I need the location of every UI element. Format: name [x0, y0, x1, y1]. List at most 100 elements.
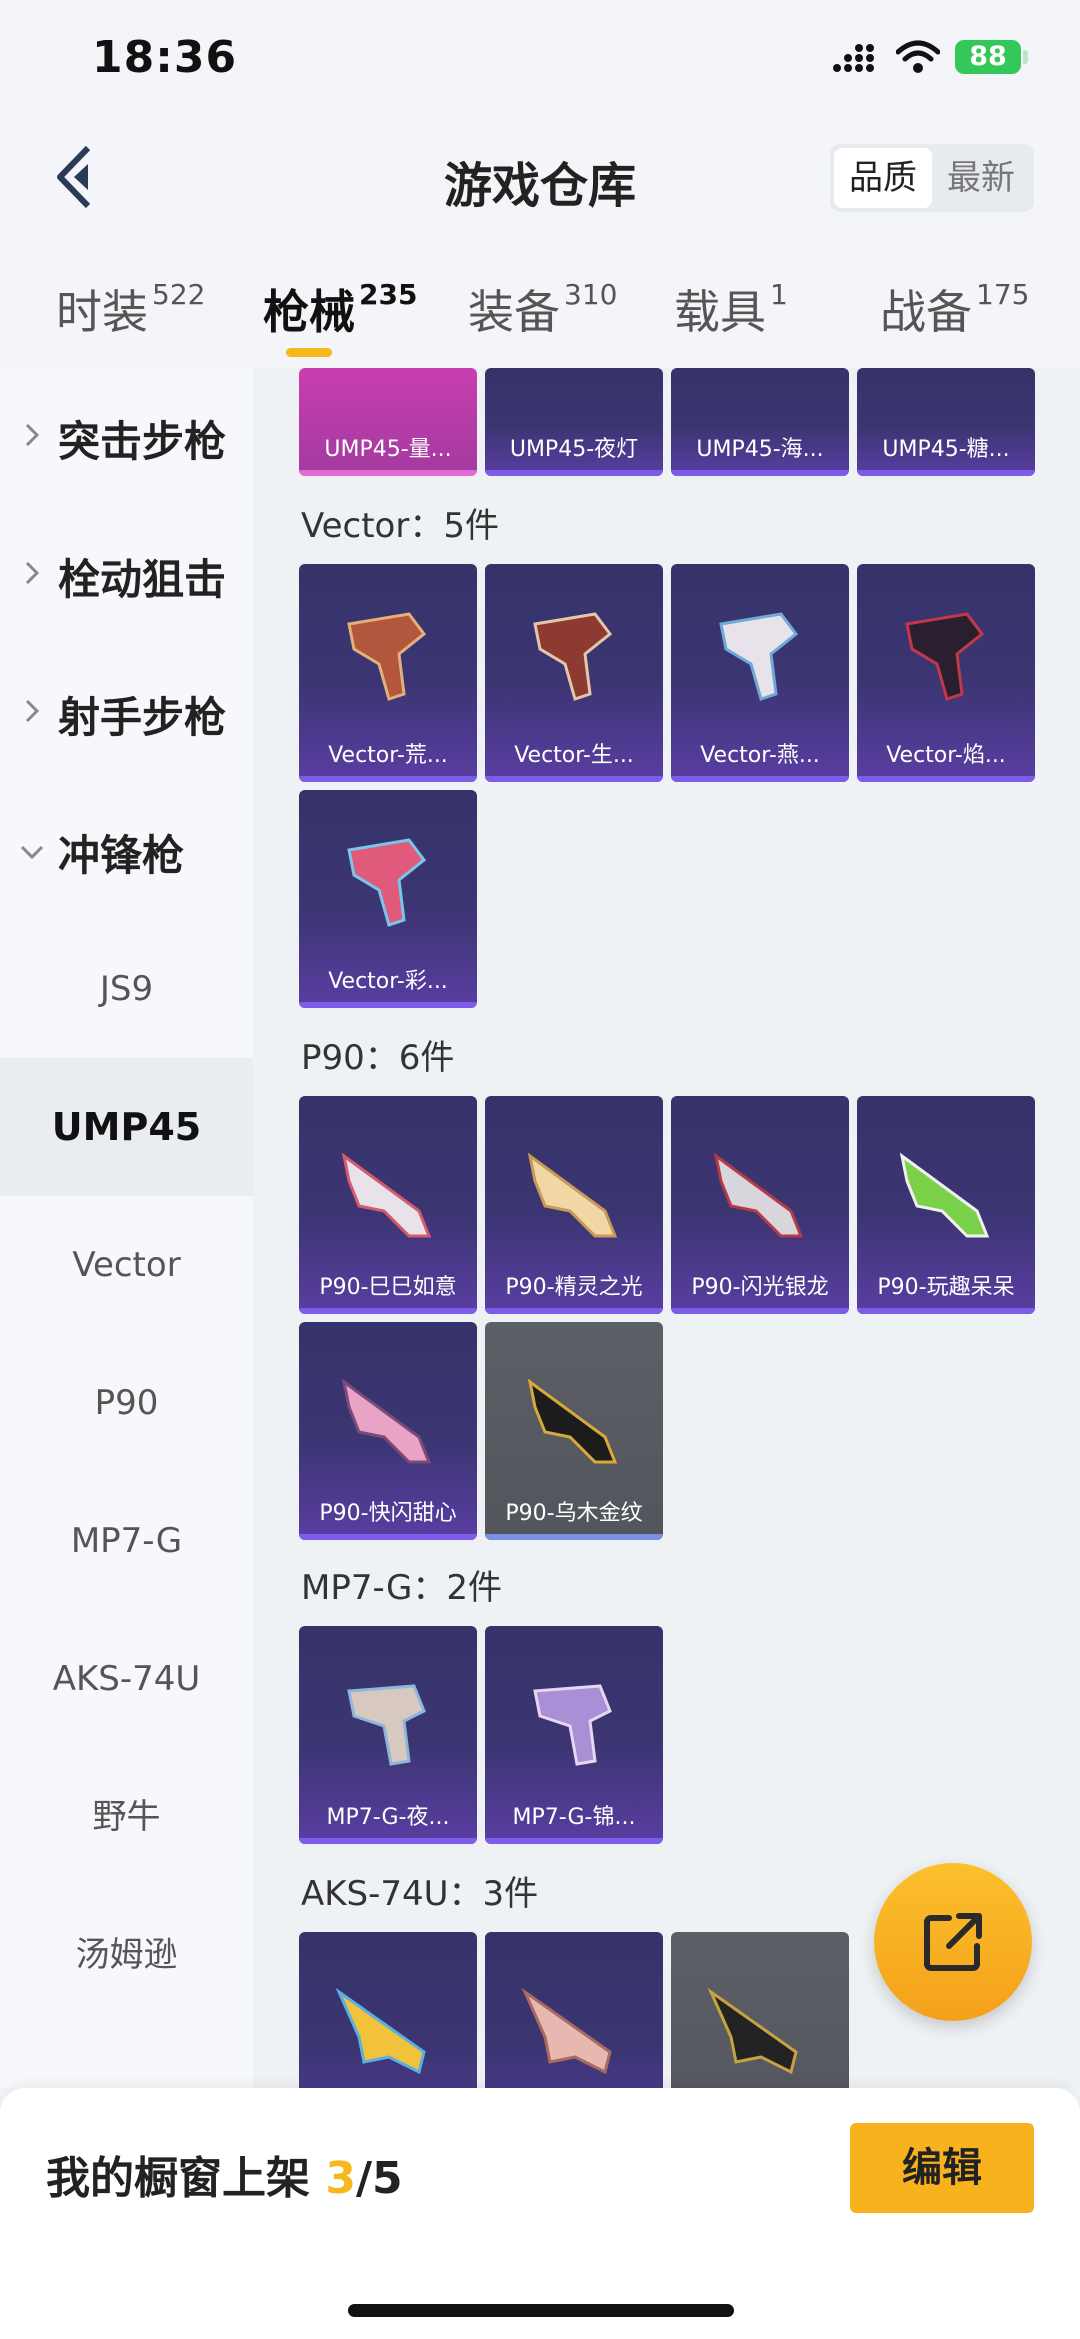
card-rarity-bar — [671, 776, 849, 782]
edit-button[interactable]: 编辑 — [850, 2123, 1034, 2213]
card-rarity-bar — [299, 776, 477, 782]
weapon-skin-icon — [347, 1684, 426, 1766]
card-rarity-bar — [299, 1534, 477, 1540]
item-label: Vector-焰... — [886, 743, 1006, 768]
group-title-p90: P90：6件 — [301, 1038, 455, 1078]
sidebar-sub-ump45[interactable]: UMP45 — [0, 1058, 253, 1196]
item-card[interactable]: Vector-荒... — [299, 564, 477, 782]
chevron-down-icon — [20, 845, 44, 860]
item-card[interactable]: MP7-G-锦... — [485, 1626, 663, 1844]
tab-vehicles[interactable]: 载具 1 — [674, 276, 788, 342]
tab-fashion[interactable]: 时装 522 — [56, 276, 205, 342]
item-card[interactable] — [485, 1932, 663, 2088]
weapon-skin-icon — [719, 612, 799, 701]
weapon-skin-icon — [533, 1684, 612, 1766]
card-rarity-bar — [485, 1534, 663, 1540]
card-rarity-bar — [671, 1308, 849, 1314]
item-card[interactable]: Vector-燕... — [671, 564, 849, 782]
sort-quality-button[interactable]: 品质 — [834, 148, 932, 208]
item-card[interactable]: P90-乌木金纹 — [485, 1322, 663, 1540]
battery-cap — [1023, 50, 1028, 64]
item-card[interactable]: UMP45-量... — [299, 368, 477, 476]
chevron-right-icon — [25, 423, 40, 447]
weapon-skin-icon — [899, 1152, 990, 1238]
status-time: 18:36 — [92, 32, 238, 83]
sidebar-item-bolt-sniper[interactable]: 栓动狙击 — [0, 506, 253, 644]
weapon-skin-icon — [713, 1152, 804, 1238]
sidebar-sub-js9[interactable]: JS9 — [0, 920, 253, 1058]
item-label: Vector-燕... — [700, 743, 820, 768]
weapon-skin-icon — [527, 1378, 618, 1464]
card-rarity-bar — [299, 470, 477, 476]
card-rarity-bar — [671, 470, 849, 476]
sidebar-item-label: 突击步枪 — [58, 417, 227, 466]
sidebar-sub-thompson[interactable]: 汤姆逊 — [0, 1886, 253, 2024]
item-label: UMP45-糖... — [882, 437, 1010, 462]
item-card[interactable]: Vector-彩... — [299, 790, 477, 1008]
item-label: P90-乌木金纹 — [505, 1501, 643, 1526]
sidebar-item-assault-rifle[interactable]: 突击步枪 — [0, 368, 253, 506]
chevron-right-icon — [25, 561, 40, 585]
category-tabs: 时装 522 枪械 235 装备 310 载具 1 战备 175 — [0, 250, 1080, 368]
item-card[interactable]: UMP45-夜灯 — [485, 368, 663, 476]
item-label: P90-闪光银龙 — [691, 1275, 829, 1300]
sort-toggle[interactable]: 品质 最新 — [830, 144, 1034, 212]
bottom-bar: 我的橱窗上架 3/5 编辑 — [0, 2088, 1080, 2339]
item-card[interactable] — [671, 1932, 849, 2088]
tab-equipment[interactable]: 装备 310 — [468, 276, 617, 342]
item-label: Vector-生... — [514, 743, 634, 768]
item-card[interactable]: P90-精灵之光 — [485, 1096, 663, 1314]
weapon-skin-icon — [341, 1378, 432, 1464]
sidebar-item-smg[interactable]: 冲锋枪 — [0, 782, 253, 920]
sidebar-sub-mp7g[interactable]: MP7-G — [0, 1472, 253, 1610]
item-card[interactable]: UMP45-糖... — [857, 368, 1035, 476]
item-card[interactable]: P90-玩趣呆呆 — [857, 1096, 1035, 1314]
sidebar-item-marksman-rifle[interactable]: 射手步枪 — [0, 644, 253, 782]
sidebar-sub-vector[interactable]: Vector — [0, 1196, 253, 1334]
share-button[interactable] — [874, 1863, 1032, 2021]
sidebar-sub-p90[interactable]: P90 — [0, 1334, 253, 1472]
card-rarity-bar — [485, 1838, 663, 1844]
card-rarity-bar — [485, 776, 663, 782]
weapon-skin-icon — [521, 1987, 612, 2075]
sidebar-sub-bison[interactable]: 野牛 — [0, 1748, 253, 1886]
weapon-skin-icon — [905, 612, 985, 701]
weapon-skin-icon — [527, 1152, 618, 1238]
weapon-skin-icon — [533, 612, 613, 701]
item-label: UMP45-量... — [324, 437, 452, 462]
sort-newest-button[interactable]: 最新 — [932, 148, 1030, 208]
item-card[interactable]: Vector-焰... — [857, 564, 1035, 782]
weapon-skin-icon — [707, 1987, 798, 2075]
tab-guns[interactable]: 枪械 235 — [263, 276, 417, 342]
sidebar-item-label: 栓动狙击 — [58, 555, 227, 604]
group-title-vector: Vector：5件 — [301, 506, 499, 546]
sidebar-item-label: 射手步枪 — [58, 693, 227, 742]
battery-indicator: 88 — [955, 40, 1021, 74]
showcase-status: 我的橱窗上架 3/5 — [46, 2142, 403, 2206]
card-rarity-bar — [299, 1838, 477, 1844]
item-label: P90-巳巳如意 — [319, 1275, 457, 1300]
group-title-aks74u: AKS-74U：3件 — [301, 1874, 539, 1914]
item-card[interactable] — [299, 1932, 477, 2088]
item-card[interactable]: UMP45-海... — [671, 368, 849, 476]
item-label: P90-快闪甜心 — [319, 1501, 457, 1526]
card-rarity-bar — [857, 1308, 1035, 1314]
wifi-icon — [896, 40, 940, 73]
signal-icon — [833, 44, 874, 72]
share-external-icon — [924, 1913, 982, 1971]
chevron-right-icon — [25, 699, 40, 723]
item-card[interactable]: Vector-生... — [485, 564, 663, 782]
item-label: MP7-G-夜... — [326, 1805, 450, 1830]
tab-supplies[interactable]: 战备 175 — [880, 276, 1029, 342]
item-label: P90-精灵之光 — [505, 1275, 643, 1300]
header: 游戏仓库 品质 最新 — [0, 120, 1080, 250]
card-rarity-bar — [857, 470, 1035, 476]
status-bar: 18:36 88 — [0, 0, 1080, 120]
item-label: UMP45-夜灯 — [509, 437, 639, 462]
item-card[interactable]: P90-巳巳如意 — [299, 1096, 477, 1314]
item-card[interactable]: P90-快闪甜心 — [299, 1322, 477, 1540]
card-rarity-bar — [857, 776, 1035, 782]
item-card[interactable]: MP7-G-夜... — [299, 1626, 477, 1844]
sidebar-sub-aks74u[interactable]: AKS-74U — [0, 1610, 253, 1748]
item-card[interactable]: P90-闪光银龙 — [671, 1096, 849, 1314]
